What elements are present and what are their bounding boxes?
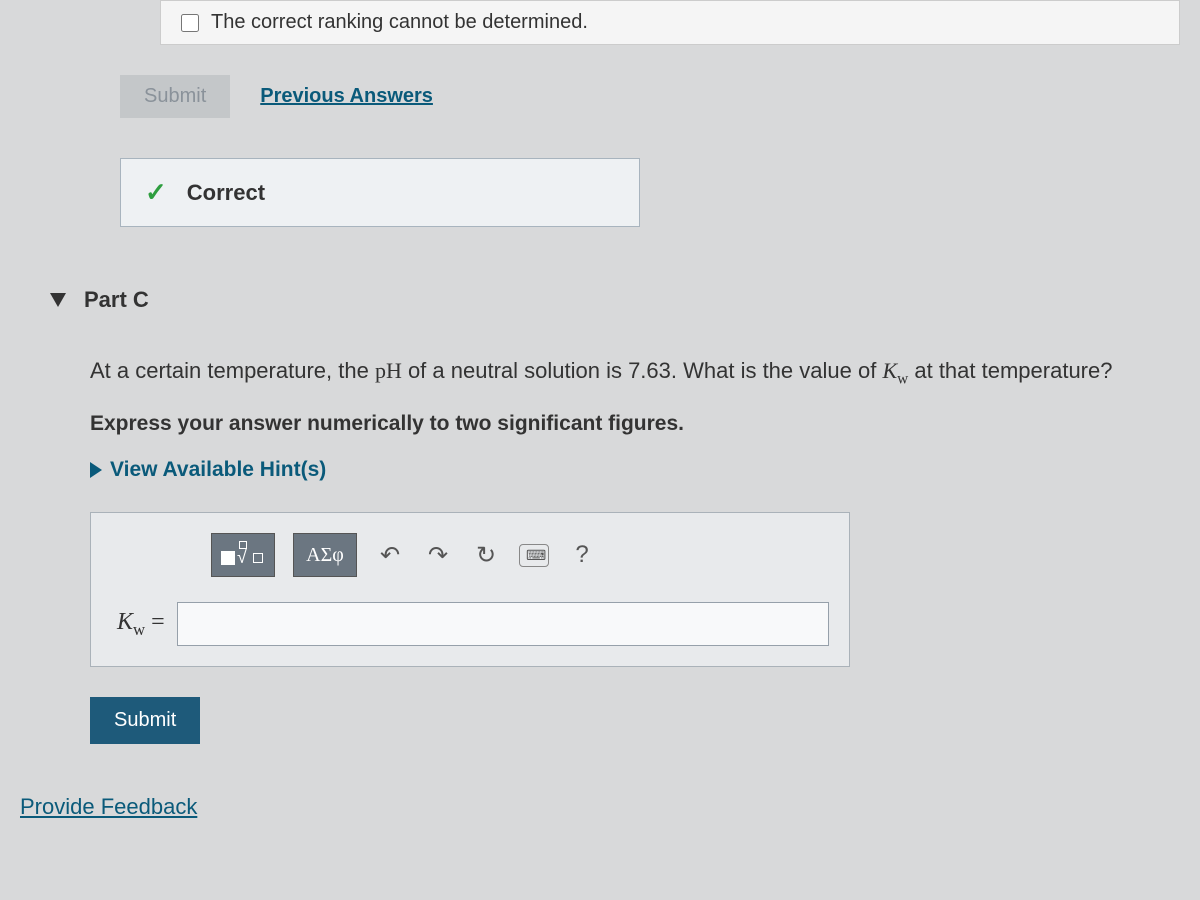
template-icon: √ — [221, 541, 265, 569]
equals-sign: = — [145, 609, 165, 635]
provide-feedback-link[interactable]: Provide Feedback — [20, 794, 1180, 820]
answer-var-k: K — [117, 609, 133, 635]
greek-letters-button[interactable]: ΑΣφ — [293, 533, 357, 577]
kw-sub: w — [897, 370, 908, 387]
view-hints-link[interactable]: View Available Hint(s) — [90, 458, 1180, 482]
answer-row: Kw = — [111, 602, 829, 646]
redo-icon[interactable]: ↷ — [423, 541, 453, 570]
kw-k: K — [882, 358, 897, 383]
undo-icon[interactable]: ↶ — [375, 541, 405, 570]
keyboard-icon[interactable]: ⌨ — [519, 544, 549, 567]
question-suffix: at that temperature? — [908, 358, 1112, 383]
correct-feedback-box: ✓ Correct — [120, 158, 640, 227]
correct-label: Correct — [187, 180, 265, 206]
reset-icon[interactable]: ↻ — [471, 541, 501, 570]
submit-button-disabled: Submit — [120, 75, 230, 118]
ranking-option-label: The correct ranking cannot be determined… — [211, 11, 588, 34]
submit-button[interactable]: Submit — [90, 697, 200, 744]
previous-answers-link[interactable]: Previous Answers — [260, 85, 433, 108]
answer-var-sub: w — [133, 619, 145, 638]
math-template-button[interactable]: √ — [211, 533, 275, 577]
question-text: At a certain temperature, the pH of a ne… — [90, 353, 1170, 392]
answer-instruction: Express your answer numerically to two s… — [90, 412, 1180, 436]
equation-toolbar: √ ΑΣφ ↶ ↷ ↻ ⌨ ? — [211, 533, 829, 577]
answer-variable-label: Kw = — [117, 609, 165, 640]
kw-symbol: Kw — [882, 358, 908, 383]
question-mid: of a neutral solution is 7.63. What is t… — [402, 358, 883, 383]
answer-input-panel: √ ΑΣφ ↶ ↷ ↻ ⌨ ? Kw = — [90, 512, 850, 667]
hints-label: View Available Hint(s) — [110, 458, 326, 482]
part-c-header[interactable]: Part C — [50, 287, 1180, 313]
ranking-option-row: The correct ranking cannot be determined… — [160, 0, 1180, 45]
ph-symbol: pH — [375, 358, 402, 383]
expand-right-icon — [90, 462, 102, 478]
prev-submit-row: Submit Previous Answers — [120, 75, 1180, 118]
collapse-icon — [50, 293, 66, 307]
help-icon[interactable]: ? — [567, 541, 597, 569]
answer-input[interactable] — [177, 602, 829, 646]
ranking-checkbox[interactable] — [181, 14, 199, 32]
part-title: Part C — [84, 287, 149, 313]
check-icon: ✓ — [145, 177, 167, 208]
question-prefix: At a certain temperature, the — [90, 358, 375, 383]
